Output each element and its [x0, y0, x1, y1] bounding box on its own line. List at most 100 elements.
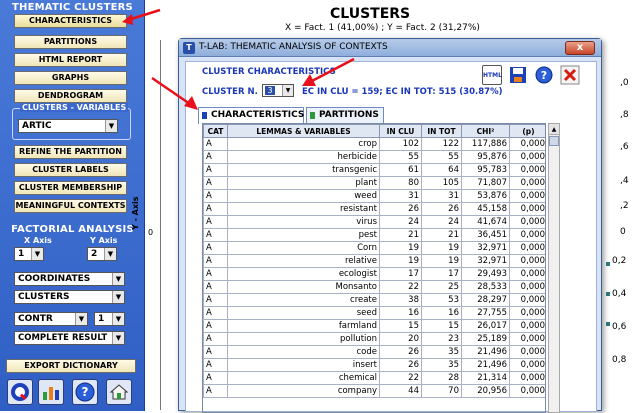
dendrogram-button[interactable]: DENDROGRAM [14, 89, 127, 103]
table-row[interactable]: A Monsanto 22 25 28,533 0,000 [203, 280, 545, 294]
table-cell: 21,496 [461, 358, 510, 372]
zero-tick: 0 [148, 228, 154, 237]
table-cell: pollution [227, 332, 380, 346]
table-cell: Monsanto [227, 280, 380, 294]
left-panel: THEMATIC CLUSTERS CHARACTERISTICS PARTIT… [0, 0, 145, 411]
contr-select[interactable]: CONTR ▼ [14, 312, 88, 326]
table-cell: 35 [421, 345, 462, 359]
tab-characteristics[interactable]: CHARACTERISTICS [198, 107, 304, 124]
right-tick: ,4 [620, 176, 629, 186]
table-cell: 26 [379, 358, 422, 372]
table-row[interactable]: Aseed 16 16 27,755 0,000 [203, 306, 545, 320]
table-cell: 26 [379, 345, 422, 359]
x-axis-select[interactable]: 1 ▼ [14, 247, 44, 261]
thematic-clusters-title: THEMATIC CLUSTERS [12, 2, 133, 13]
table-cell: 0,000 [509, 150, 545, 164]
save-icon[interactable] [508, 65, 528, 85]
clusters-value: CLUSTERS [18, 292, 70, 302]
scroll-up-icon[interactable]: ▲ [549, 124, 559, 135]
chart-point [606, 322, 610, 326]
table-row[interactable]: Acode 26 35 21,496 0,000 [203, 345, 545, 359]
contr-num-select[interactable]: 1 ▼ [94, 312, 125, 326]
export-dictionary-button[interactable]: EXPORT DICTIONARY [6, 359, 136, 373]
table-cell: 0,000 [509, 358, 545, 372]
chevron-down-icon: ▼ [31, 248, 43, 260]
cluster-membership-button[interactable]: CLUSTER MEMBERSHIP [14, 181, 127, 195]
table-row[interactable]: Afarmland 15 15 26,017 0,000 [203, 319, 545, 333]
scroll-thumb[interactable] [549, 136, 559, 146]
table-cell: A [203, 176, 228, 190]
tab-marker-icon [310, 112, 315, 119]
html-icon[interactable]: HTML [482, 65, 502, 85]
table-row[interactable]: Acreate 38 53 28,297 0,000 [203, 293, 545, 307]
column-header[interactable]: (p) [509, 124, 545, 138]
table-row[interactable]: Ainsert 26 35 21,496 0,000 [203, 358, 545, 372]
table-cell: ecologist [227, 267, 380, 281]
q-icon[interactable] [7, 379, 33, 405]
coordinates-select[interactable]: COORDINATES ▼ [14, 272, 125, 286]
column-header[interactable]: LEMMAS & VARIABLES [227, 124, 380, 138]
chart-point [606, 262, 610, 266]
table-row[interactable]: Aherbicide 55 55 95,876 0,000 [203, 150, 545, 164]
table-cell: 36,451 [461, 228, 510, 242]
table-cell: company [227, 384, 380, 398]
table-header-row: CAT LEMMAS & VARIABLES IN CLU IN TOT CHI… [203, 124, 545, 138]
table-row[interactable]: Atransgenic 61 64 95,783 0,000 [203, 163, 545, 177]
column-header[interactable]: IN CLU [379, 124, 422, 138]
table-cell: 0,000 [509, 371, 545, 385]
table-row[interactable]: Aweed 31 31 53,876 0,000 [203, 189, 545, 203]
html-report-button[interactable]: HTML REPORT [14, 53, 127, 67]
table-cell: A [203, 371, 228, 385]
table-cell: 25 [421, 280, 462, 294]
cluster-labels-button[interactable]: CLUSTER LABELS [14, 163, 127, 177]
chart-subtitle: X = Fact. 1 (41,00%) ; Y = Fact. 2 (31,2… [285, 23, 480, 33]
table-row[interactable]: Acrop 102 122 117,886 0,000 [203, 137, 545, 151]
table-row[interactable]: Aecologist 17 17 29,493 0,000 [203, 267, 545, 281]
table-cell: 70 [421, 384, 462, 398]
table-row[interactable]: A Corn 19 19 32,971 0,000 [203, 241, 545, 255]
table-row[interactable]: Avirus 24 24 41,674 0,000 [203, 215, 545, 229]
column-header[interactable]: CHI² [461, 124, 510, 138]
table-row[interactable]: Arelative 19 19 32,971 0,000 [203, 254, 545, 268]
characteristics-button[interactable]: CHARACTERISTICS [14, 14, 127, 28]
partitions-button[interactable]: PARTITIONS [14, 35, 127, 49]
cluster-n-label: CLUSTER N. [202, 87, 258, 97]
cluster-number-select[interactable]: 3 ▼ [262, 84, 294, 97]
table-row[interactable]: Acompany 44 70 20,956 0,000 [203, 384, 545, 398]
complete-result-select[interactable]: COMPLETE RESULT ▼ [14, 331, 125, 345]
clusters-select[interactable]: CLUSTERS ▼ [14, 290, 125, 304]
window-titlebar[interactable]: T T-LAB: THEMATIC ANALYSIS OF CONTEXTS x [179, 39, 601, 57]
table-scrollbar[interactable]: ▲ [548, 123, 560, 413]
table-cell: 19 [421, 254, 462, 268]
right-tick: ,6 [620, 142, 629, 152]
table-cell: 21,496 [461, 345, 510, 359]
help-icon[interactable]: ? [72, 379, 98, 405]
home-icon[interactable] [106, 379, 132, 405]
refine-partition-button[interactable]: REFINE THE PARTITION [14, 145, 127, 159]
chevron-down-icon: ▼ [104, 248, 116, 260]
window-close-button[interactable]: x [565, 41, 595, 55]
chevron-down-icon: ▼ [112, 332, 124, 344]
column-header[interactable]: CAT [203, 124, 228, 138]
meaningful-contexts-button[interactable]: MEANINGFUL CONTEXTS [14, 199, 127, 213]
table-row[interactable]: Aresistant 26 26 45,158 0,000 [203, 202, 545, 216]
table-row[interactable]: Achemical 22 28 21,314 0,000 [203, 371, 545, 385]
table-cell: 15 [379, 319, 422, 333]
graphs-button[interactable]: GRAPHS [14, 71, 127, 85]
right-tick: ,0 [620, 78, 629, 88]
table-row[interactable]: Apollution 20 23 25,189 0,000 [203, 332, 545, 346]
tab-partitions[interactable]: PARTITIONS [306, 107, 384, 123]
table-row[interactable]: Aplant 80 105 71,807 0,000 [203, 176, 545, 190]
table-cell: 55 [379, 150, 422, 164]
close-icon[interactable] [560, 65, 580, 85]
y-axis-select[interactable]: 2 ▼ [87, 247, 117, 261]
table-cell: crop [227, 137, 380, 151]
table-cell: A [203, 189, 228, 203]
table-row[interactable]: Apest 21 21 36,451 0,000 [203, 228, 545, 242]
variable-select[interactable]: ARTIC ▼ [18, 119, 118, 133]
column-header[interactable]: IN TOT [421, 124, 462, 138]
table-cell: A [203, 293, 228, 307]
svg-text:?: ? [82, 385, 89, 399]
chart-icon[interactable] [38, 379, 64, 405]
help-icon[interactable]: ? [534, 65, 554, 85]
